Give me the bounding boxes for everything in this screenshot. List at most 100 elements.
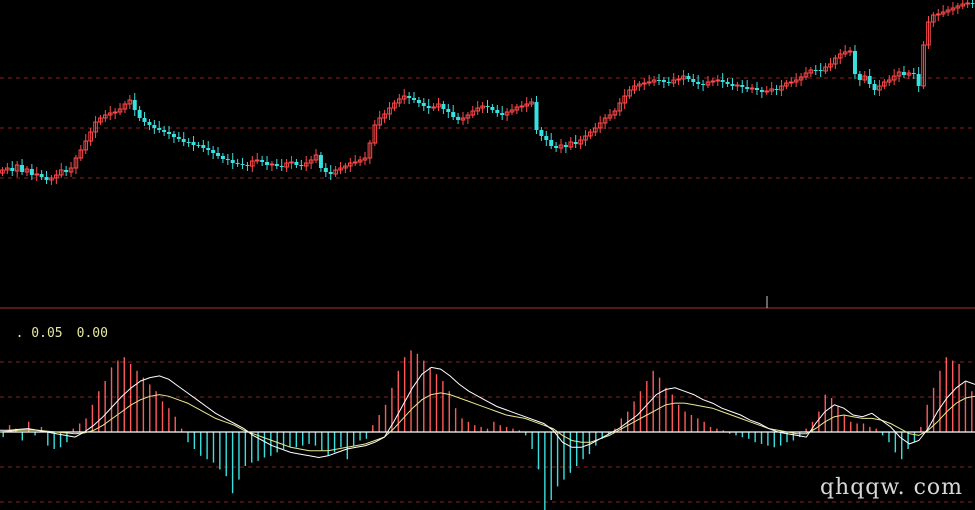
candle-body — [451, 112, 456, 117]
candle-body — [911, 73, 916, 74]
price-grid — [0, 77, 975, 179]
candle-body — [147, 122, 152, 125]
candle-body — [641, 82, 647, 85]
candle-body — [240, 164, 245, 165]
candle-body — [10, 168, 15, 171]
candle-body — [725, 82, 730, 84]
candle-body — [254, 159, 260, 162]
candle-body — [318, 155, 323, 168]
candle-body — [676, 78, 681, 81]
candle-body — [857, 74, 862, 80]
candle-body — [176, 137, 181, 139]
candle-body — [162, 130, 167, 132]
candle-body — [539, 130, 544, 136]
candle-body — [206, 148, 211, 150]
candle-body — [235, 163, 240, 164]
candle-body — [970, 3, 975, 4]
candle-body — [495, 110, 500, 113]
readout-value-1: . 0.05 — [15, 326, 63, 341]
candle-body — [416, 100, 421, 103]
candle-body — [485, 106, 490, 107]
candle-body — [167, 132, 172, 134]
macd-dif-line — [0, 366, 975, 459]
candle-body — [216, 153, 221, 156]
candle-body — [294, 162, 299, 165]
candle-body — [774, 89, 779, 90]
watermark-text: qhqqw. com — [819, 475, 963, 500]
candle-body — [152, 125, 157, 128]
candle-body — [323, 168, 328, 172]
candle-body — [701, 84, 706, 85]
candle-body — [916, 74, 921, 86]
candle-body — [191, 142, 196, 145]
candle-body — [965, 2, 970, 5]
candle-body — [431, 106, 436, 109]
candle-body — [563, 145, 568, 147]
candle-body — [112, 111, 118, 114]
candle-body — [279, 166, 284, 167]
candle-body — [764, 90, 770, 93]
candle-body — [935, 13, 941, 16]
candle-body — [426, 106, 431, 108]
candle-body — [441, 104, 446, 109]
candle-body — [749, 87, 755, 90]
candle-body — [740, 85, 745, 87]
candle-body — [446, 109, 451, 112]
candle-body — [211, 150, 216, 153]
candle-body — [64, 170, 69, 172]
candle-body — [554, 146, 559, 148]
candle-body — [745, 87, 750, 89]
candle-body — [225, 159, 230, 160]
candle-body — [245, 165, 250, 166]
candle-body — [813, 70, 818, 71]
candle-body — [500, 113, 505, 115]
candle-body — [352, 161, 358, 164]
candle-body — [759, 90, 764, 92]
candle-body — [573, 142, 578, 144]
candle-body — [299, 165, 304, 166]
candle-body — [666, 82, 671, 83]
stock-chart — [0, 0, 975, 510]
candle-body — [534, 102, 539, 130]
candle-body — [720, 80, 725, 82]
candle-body — [490, 107, 495, 110]
candle-body — [456, 117, 461, 120]
candle-body — [412, 98, 417, 100]
price-panel — [0, 0, 975, 185]
candle-body — [519, 105, 525, 108]
candle-body — [269, 163, 275, 166]
candle-body — [421, 103, 426, 106]
candle-body — [847, 50, 853, 53]
candle-body — [852, 51, 857, 74]
candlestick-series — [0, 0, 975, 185]
candle-body — [44, 177, 49, 180]
candle-body — [186, 142, 191, 143]
candle-body — [872, 84, 877, 90]
readout-value-2: 0.00 — [76, 326, 108, 341]
candle-body — [656, 80, 661, 81]
candle-body — [137, 110, 142, 118]
candle-body — [260, 160, 265, 162]
candle-body — [715, 79, 721, 82]
candle-body — [34, 173, 40, 176]
candle-body — [132, 100, 137, 110]
candle-body — [201, 145, 206, 148]
candle-body — [686, 76, 691, 79]
candle-body — [142, 118, 147, 122]
candle-body — [818, 70, 823, 71]
candle-body — [20, 165, 25, 172]
candle-body — [265, 162, 270, 165]
candle-body — [544, 136, 549, 140]
candle-body — [788, 81, 794, 84]
candle-body — [29, 169, 34, 175]
candle-body — [646, 81, 652, 84]
candle-body — [730, 84, 735, 86]
candle-body — [735, 84, 740, 87]
candle-body — [691, 79, 696, 82]
candle-body — [220, 156, 225, 159]
candle-body — [328, 172, 333, 174]
candle-body — [157, 128, 162, 130]
candle-body — [867, 76, 872, 84]
candle-body — [661, 80, 666, 82]
candle-body — [901, 72, 906, 75]
